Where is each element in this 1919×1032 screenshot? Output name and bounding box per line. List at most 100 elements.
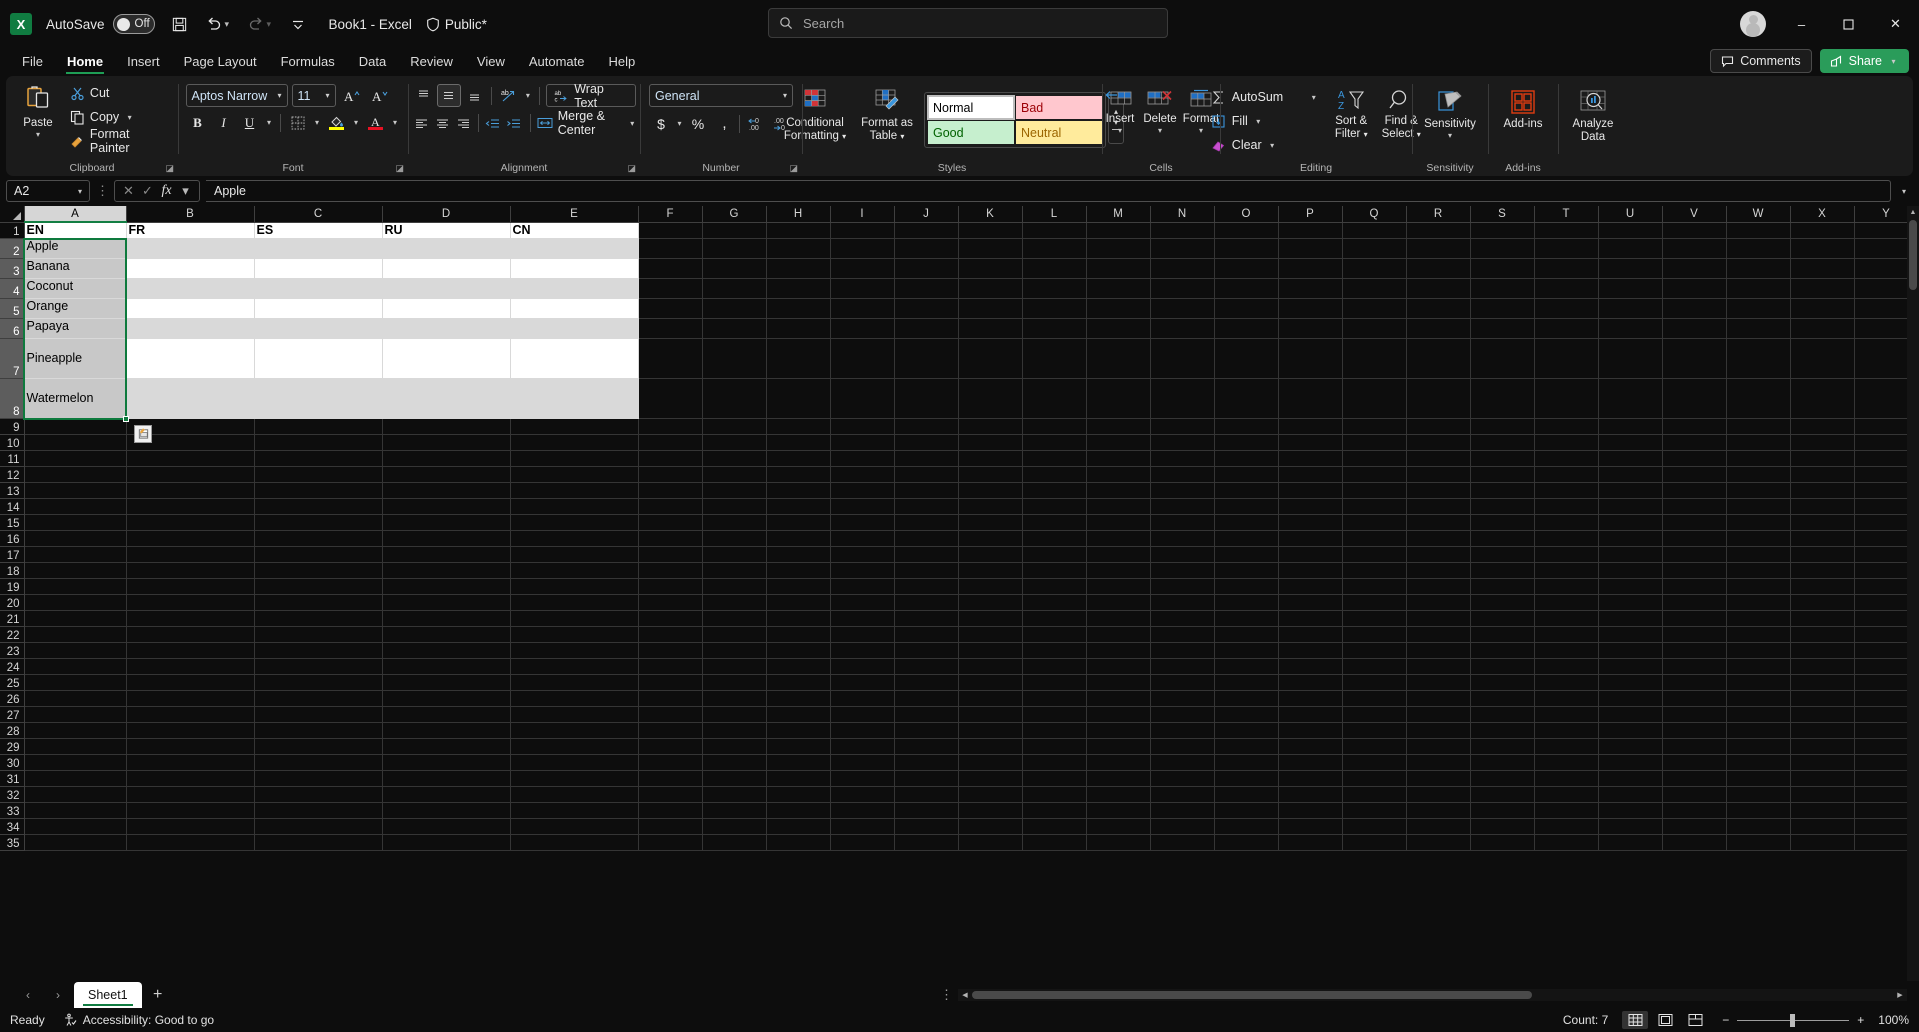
empty-cell[interactable] (766, 547, 830, 563)
empty-cell[interactable] (1022, 819, 1086, 835)
copy-button[interactable]: Copy ▾ (66, 105, 172, 129)
empty-cell[interactable] (766, 499, 830, 515)
table-cell[interactable] (510, 279, 638, 299)
empty-cell[interactable] (702, 339, 766, 379)
empty-cell[interactable] (1662, 707, 1726, 723)
empty-cell[interactable] (1342, 755, 1406, 771)
empty-cell[interactable] (1150, 299, 1214, 319)
column-header-a[interactable]: A (24, 206, 126, 222)
empty-cell[interactable] (702, 222, 766, 239)
empty-cell[interactable] (1214, 787, 1278, 803)
empty-cell[interactable] (766, 755, 830, 771)
empty-cell[interactable] (382, 611, 510, 627)
empty-cell[interactable] (1022, 627, 1086, 643)
zoom-slider[interactable]: − + (1722, 1013, 1864, 1027)
empty-cell[interactable] (1598, 755, 1662, 771)
next-sheet-icon[interactable]: › (44, 983, 72, 1007)
empty-cell[interactable] (1214, 611, 1278, 627)
empty-cell[interactable] (830, 739, 894, 755)
empty-cell[interactable] (1726, 771, 1790, 787)
table-header-cell[interactable]: ES (254, 222, 382, 239)
empty-cell[interactable] (1598, 222, 1662, 239)
empty-cell[interactable] (830, 819, 894, 835)
empty-cell[interactable] (1022, 579, 1086, 595)
empty-cell[interactable] (958, 222, 1022, 239)
table-cell[interactable] (254, 279, 382, 299)
empty-cell[interactable] (1470, 835, 1534, 851)
empty-cell[interactable] (1022, 707, 1086, 723)
empty-cell[interactable] (1022, 739, 1086, 755)
empty-cell[interactable] (1150, 659, 1214, 675)
empty-cell[interactable] (1470, 279, 1534, 299)
empty-cell[interactable] (958, 691, 1022, 707)
row-header-2[interactable]: 2 (0, 239, 24, 259)
empty-cell[interactable] (1150, 787, 1214, 803)
empty-cell[interactable] (1086, 691, 1150, 707)
empty-cell[interactable] (254, 627, 382, 643)
empty-cell[interactable] (1790, 467, 1854, 483)
empty-cell[interactable] (1534, 563, 1598, 579)
empty-cell[interactable] (1790, 379, 1854, 419)
empty-cell[interactable] (126, 691, 254, 707)
empty-cell[interactable] (638, 279, 702, 299)
empty-cell[interactable] (702, 259, 766, 279)
empty-cell[interactable] (1726, 299, 1790, 319)
empty-cell[interactable] (126, 595, 254, 611)
empty-cell[interactable] (1790, 435, 1854, 451)
empty-cell[interactable] (1726, 467, 1790, 483)
empty-cell[interactable] (1086, 319, 1150, 339)
table-cell[interactable]: Coconut (24, 279, 126, 299)
row-header-27[interactable]: 27 (0, 707, 24, 723)
empty-cell[interactable] (894, 379, 958, 419)
empty-cell[interactable] (1790, 739, 1854, 755)
empty-cell[interactable] (1214, 239, 1278, 259)
empty-cell[interactable] (958, 339, 1022, 379)
table-cell[interactable] (382, 379, 510, 419)
table-header-cell[interactable]: EN (24, 222, 126, 239)
empty-cell[interactable] (1406, 451, 1470, 467)
empty-cell[interactable] (254, 675, 382, 691)
empty-cell[interactable] (1726, 435, 1790, 451)
empty-cell[interactable] (382, 755, 510, 771)
empty-cell[interactable] (1726, 499, 1790, 515)
empty-cell[interactable] (1278, 515, 1342, 531)
empty-cell[interactable] (1726, 803, 1790, 819)
orientation-chevron-down-icon[interactable]: ▾ (523, 91, 534, 100)
empty-cell[interactable] (894, 595, 958, 611)
empty-cell[interactable] (1086, 547, 1150, 563)
empty-cell[interactable] (958, 835, 1022, 851)
empty-cell[interactable] (894, 531, 958, 547)
select-all-corner[interactable] (0, 206, 24, 222)
empty-cell[interactable] (1598, 259, 1662, 279)
empty-cell[interactable] (1342, 547, 1406, 563)
empty-cell[interactable] (1726, 259, 1790, 279)
empty-cell[interactable] (24, 803, 126, 819)
empty-cell[interactable] (1406, 771, 1470, 787)
borders-chevron-down-icon[interactable]: ▾ (312, 118, 323, 127)
empty-cell[interactable] (1214, 563, 1278, 579)
empty-cell[interactable] (382, 515, 510, 531)
empty-cell[interactable] (1022, 659, 1086, 675)
empty-cell[interactable] (766, 691, 830, 707)
row-header-22[interactable]: 22 (0, 627, 24, 643)
empty-cell[interactable] (1278, 755, 1342, 771)
empty-cell[interactable] (894, 483, 958, 499)
empty-cell[interactable] (638, 499, 702, 515)
empty-cell[interactable] (1598, 499, 1662, 515)
empty-cell[interactable] (1470, 299, 1534, 319)
sensitivity-button[interactable]: Sensitivity ▾ (1418, 86, 1482, 140)
empty-cell[interactable] (126, 835, 254, 851)
empty-cell[interactable] (1342, 379, 1406, 419)
empty-cell[interactable] (1214, 547, 1278, 563)
empty-cell[interactable] (1086, 339, 1150, 379)
empty-cell[interactable] (510, 771, 638, 787)
empty-cell[interactable] (1406, 239, 1470, 259)
empty-cell[interactable] (1086, 755, 1150, 771)
empty-cell[interactable] (126, 739, 254, 755)
empty-cell[interactable] (958, 299, 1022, 319)
empty-cell[interactable] (1406, 691, 1470, 707)
empty-cell[interactable] (510, 435, 638, 451)
empty-cell[interactable] (894, 499, 958, 515)
empty-cell[interactable] (254, 739, 382, 755)
empty-cell[interactable] (1662, 787, 1726, 803)
